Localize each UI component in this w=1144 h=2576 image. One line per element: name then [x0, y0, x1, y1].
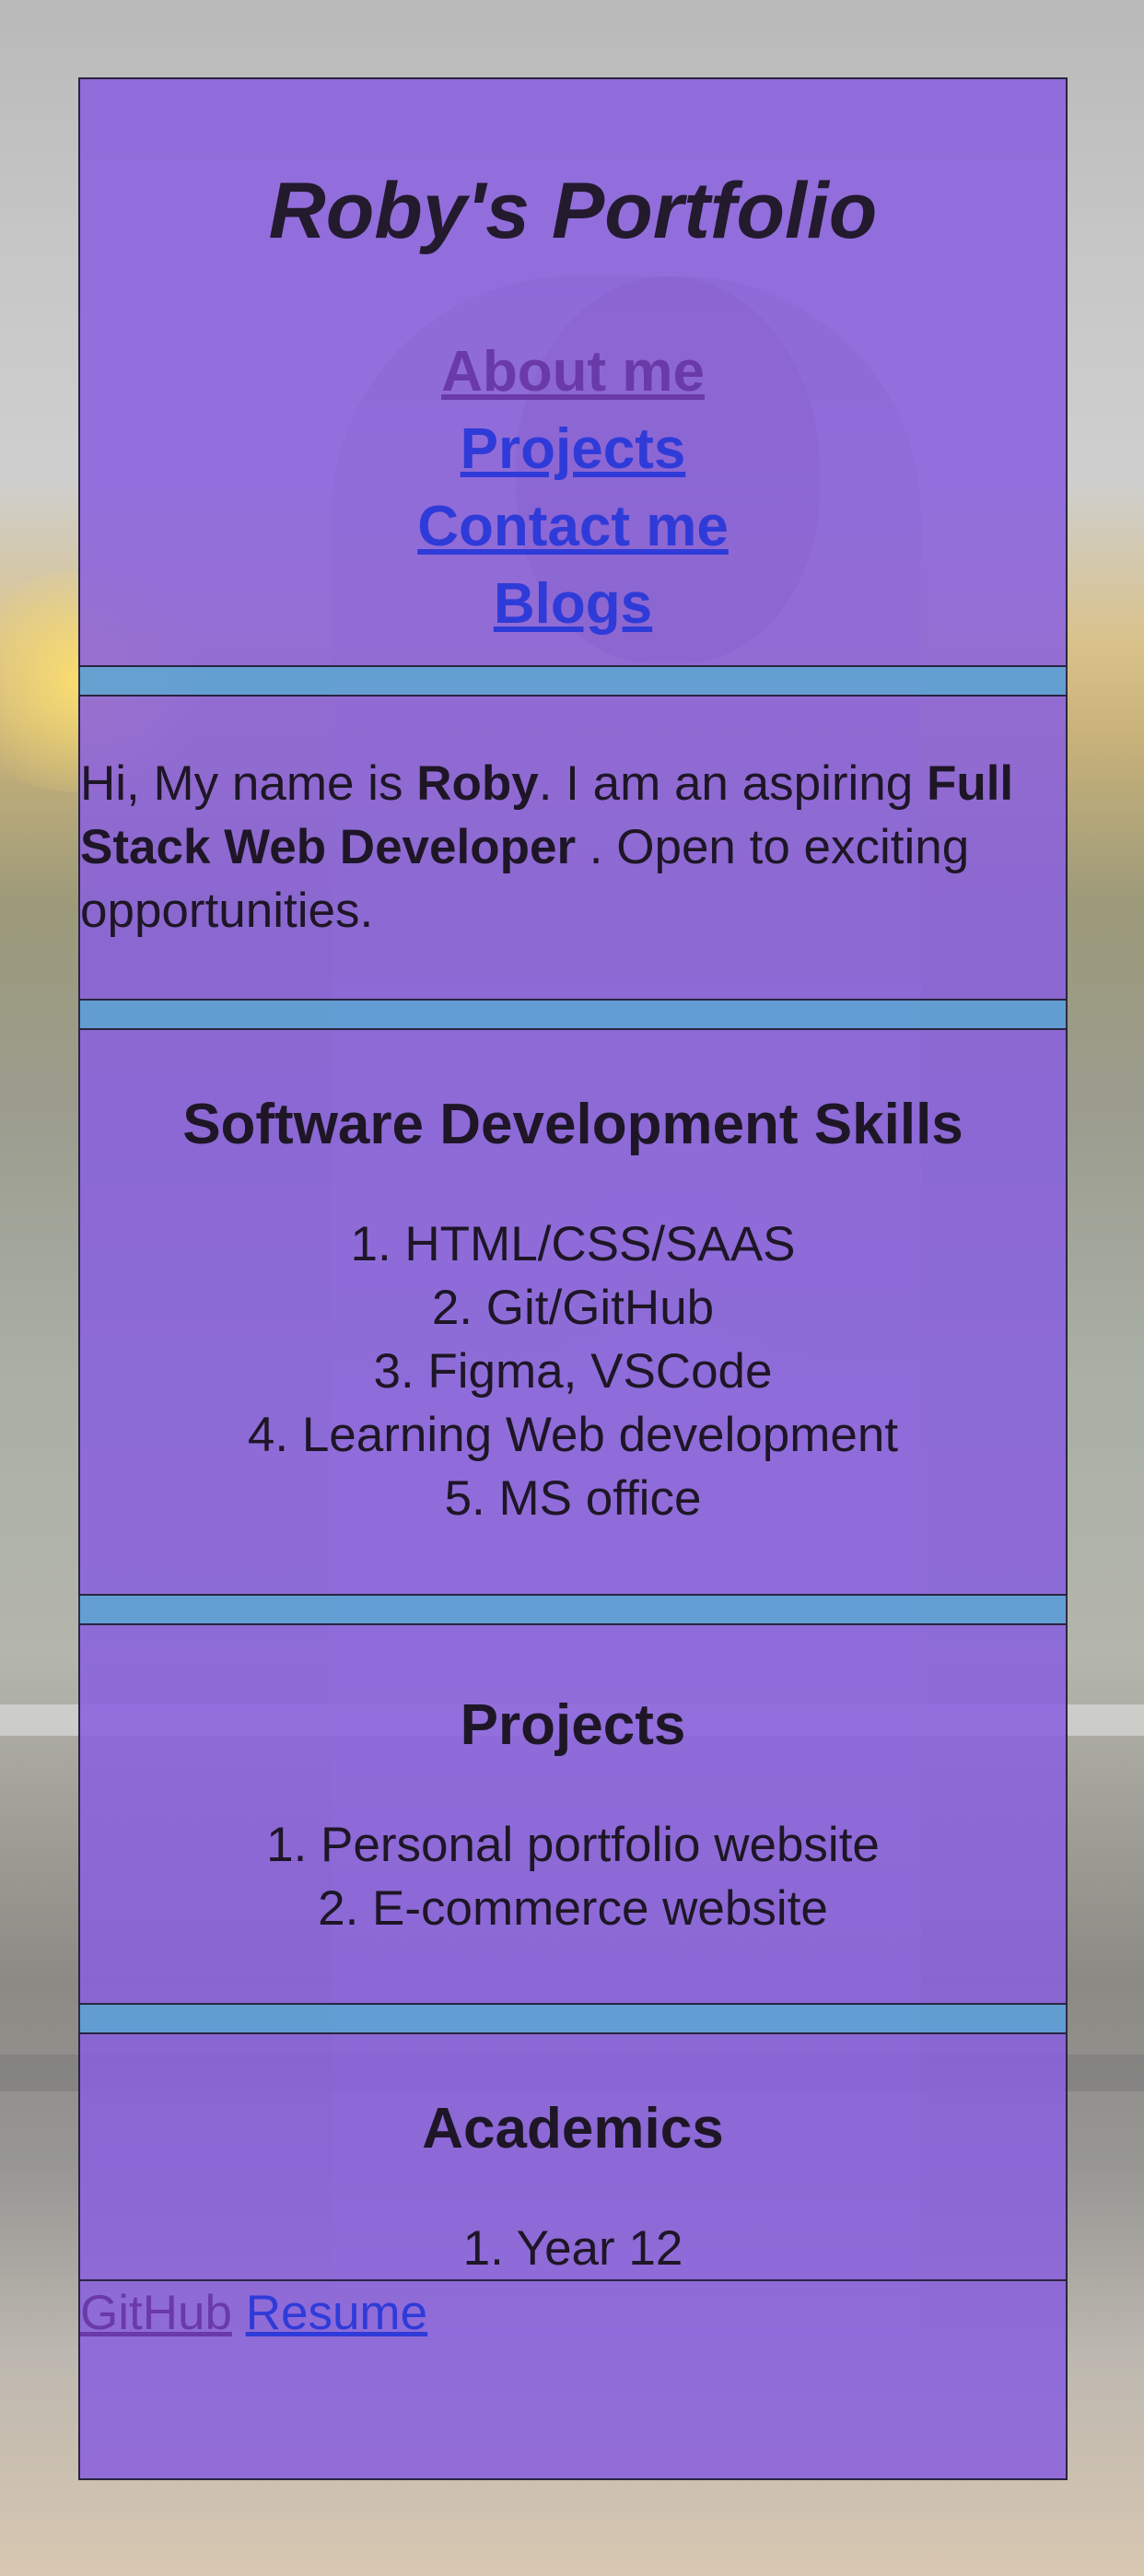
footer-links: GitHub Resume: [80, 2281, 1066, 2345]
academics-heading: Academics: [422, 2097, 724, 2160]
section-divider: [78, 1596, 1068, 1623]
projects-card: Projects 1. Personal portfolio website 2…: [78, 1623, 1068, 2005]
main-nav: About me Projects Contact me Blogs: [80, 334, 1066, 643]
section-divider: [78, 2005, 1068, 2032]
list-item: 4. Learning Web development: [247, 1408, 899, 1462]
list-item: 1. Year 12: [462, 2221, 683, 2276]
academics-list: 1. Year 12: [80, 2217, 1066, 2279]
footer: GitHub Resume: [78, 2279, 1068, 2480]
github-link[interactable]: GitHub: [80, 2286, 232, 2340]
intro-name: Roby: [416, 756, 539, 811]
nav-link-contact-me[interactable]: Contact me: [417, 488, 729, 566]
nav-link-blogs[interactable]: Blogs: [494, 566, 652, 643]
section-divider: [78, 667, 1068, 695]
header-card: Roby's Portfolio About me Projects Conta…: [78, 77, 1068, 667]
projects-heading: Projects: [460, 1693, 686, 1757]
section-divider: [78, 1001, 1068, 1028]
list-item: 1. Personal portfolio website: [266, 1818, 880, 1872]
list-item: 5. MS office: [444, 1471, 702, 1526]
intro-card: Hi, My name is Roby. I am an aspiring Fu…: [78, 695, 1068, 1001]
nav-link-projects[interactable]: Projects: [461, 411, 686, 488]
page-column: Roby's Portfolio About me Projects Conta…: [78, 77, 1068, 2480]
projects-list: 1. Personal portfolio website 2. E-comme…: [80, 1813, 1066, 1940]
intro-middle: . I am an aspiring: [538, 756, 927, 811]
intro-greeting: Hi, My name is: [80, 756, 417, 811]
list-item: 2. Git/GitHub: [431, 1281, 715, 1335]
list-item: 3. Figma, VSCode: [373, 1344, 773, 1399]
list-item: 1. HTML/CSS/SAAS: [350, 1217, 796, 1271]
resume-link[interactable]: Resume: [246, 2286, 427, 2340]
page-title: Roby's Portfolio: [268, 167, 878, 255]
academics-card[interactable]: Academics 1. Year 12: [78, 2032, 1068, 2281]
list-item: 2. E-commerce website: [318, 1881, 828, 1936]
skills-heading: Software Development Skills: [182, 1093, 963, 1156]
skills-card: Software Development Skills 1. HTML/CSS/…: [78, 1028, 1068, 1596]
skills-list: 1. HTML/CSS/SAAS 2. Git/GitHub 3. Figma,…: [80, 1212, 1066, 1530]
nav-link-about-me[interactable]: About me: [441, 334, 705, 411]
intro-text: Hi, My name is Roby. I am an aspiring Fu…: [80, 697, 1066, 943]
